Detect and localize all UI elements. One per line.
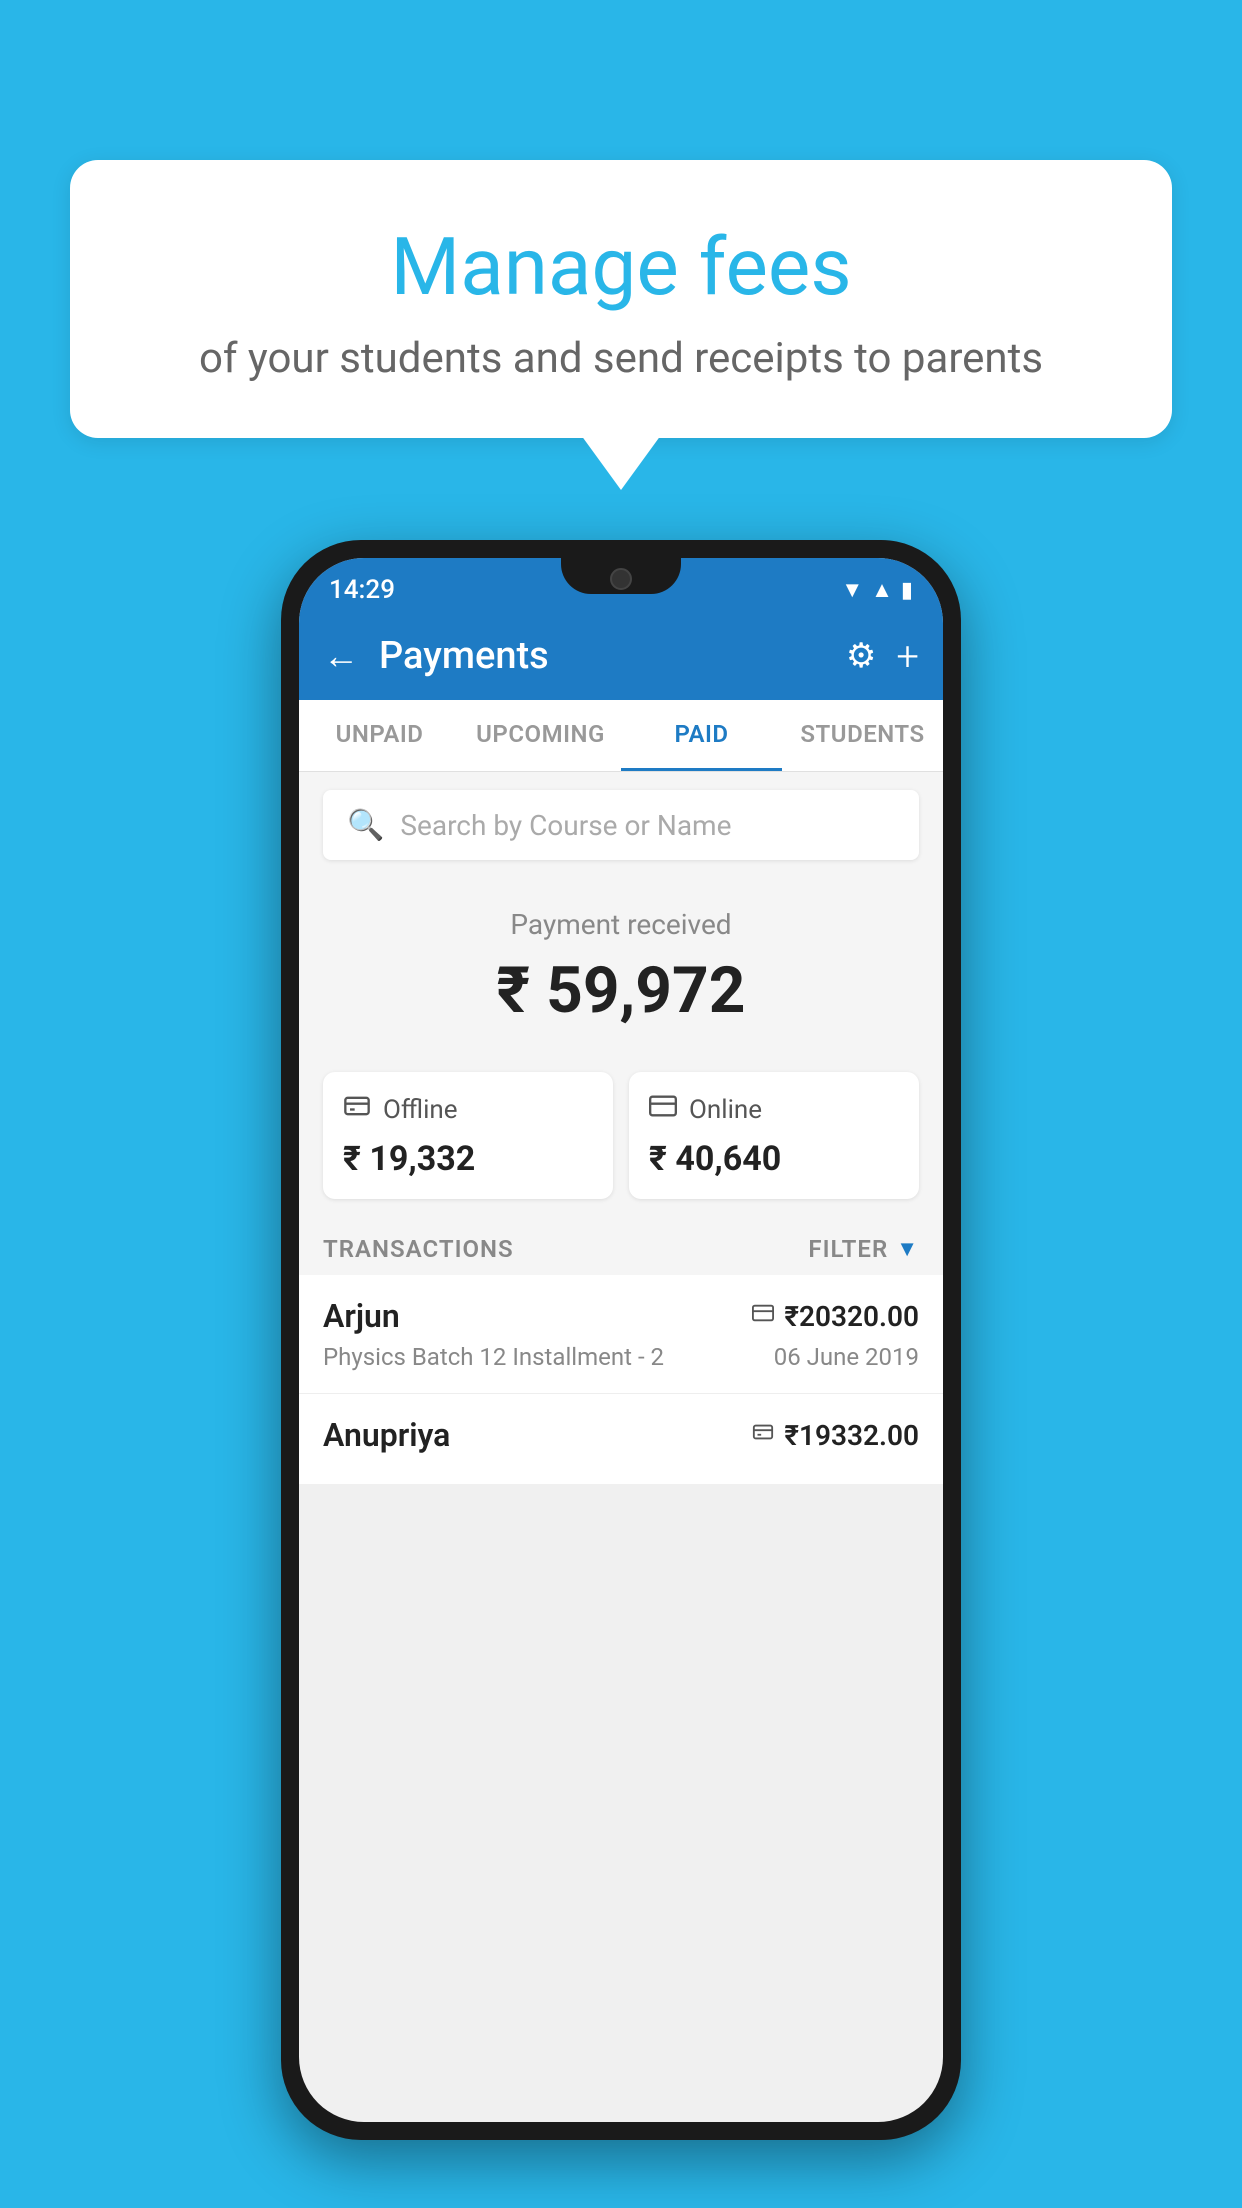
tab-unpaid[interactable]: UNPAID	[299, 700, 460, 771]
offline-card-header: Offline	[343, 1092, 593, 1127]
signal-icon: ▲	[871, 577, 893, 603]
phone-screen: 14:29 ▼ ▲ ▮ ← Payments ⚙ + UNPAID	[299, 558, 943, 2122]
online-card-header: Online	[649, 1092, 899, 1127]
offline-card: Offline ₹ 19,332	[323, 1072, 613, 1199]
offline-label: Offline	[383, 1095, 458, 1125]
payment-type-icon	[752, 1421, 774, 1449]
online-label: Online	[689, 1095, 762, 1125]
bubble-subtitle: of your students and send receipts to pa…	[130, 334, 1112, 383]
table-row[interactable]: Anupriya ₹19332.00	[299, 1394, 943, 1484]
cards-row: Offline ₹ 19,332 Online ₹ 4	[299, 1072, 943, 1219]
speech-bubble: Manage fees of your students and send re…	[70, 160, 1172, 438]
wifi-icon: ▼	[841, 577, 863, 603]
phone-notch	[561, 558, 681, 594]
transaction-name: Anupriya	[323, 1416, 450, 1454]
table-row[interactable]: Arjun ₹20320.00 Physics	[299, 1275, 943, 1394]
transaction-list: Arjun ₹20320.00 Physics	[299, 1275, 943, 1484]
transaction-date: 06 June 2019	[774, 1343, 919, 1371]
payment-section: Payment received ₹ 59,972	[299, 878, 943, 1072]
back-button[interactable]: ←	[323, 635, 359, 677]
page-title: Payments	[379, 634, 826, 678]
transactions-label: TRANSACTIONS	[323, 1235, 514, 1263]
transaction-name: Arjun	[323, 1297, 400, 1335]
status-icons: ▼ ▲ ▮	[841, 577, 913, 603]
add-button[interactable]: +	[896, 633, 919, 680]
transaction-course: Physics Batch 12 Installment - 2	[323, 1343, 664, 1371]
app-header: ← Payments ⚙ +	[299, 612, 943, 700]
tab-upcoming[interactable]: UPCOMING	[460, 700, 621, 771]
filter-icon: ▼	[896, 1236, 919, 1262]
filter-button[interactable]: FILTER ▼	[808, 1235, 919, 1263]
battery-icon: ▮	[901, 578, 913, 603]
phone-device: 14:29 ▼ ▲ ▮ ← Payments ⚙ + UNPAID	[281, 540, 961, 2140]
online-amount: ₹ 40,640	[649, 1139, 899, 1179]
filter-label: FILTER	[808, 1235, 888, 1263]
offline-amount: ₹ 19,332	[343, 1139, 593, 1179]
transaction-amount-wrapper: ₹19332.00	[752, 1419, 919, 1452]
tabs-bar: UNPAID UPCOMING PAID STUDENTS	[299, 700, 943, 772]
tab-paid[interactable]: PAID	[621, 700, 782, 771]
search-input[interactable]: Search by Course or Name	[400, 809, 731, 842]
bubble-title: Manage fees	[130, 220, 1112, 314]
search-container: 🔍 Search by Course or Name	[299, 772, 943, 878]
status-time: 14:29	[329, 575, 395, 605]
online-icon	[649, 1092, 677, 1127]
phone-camera	[610, 568, 632, 590]
online-card: Online ₹ 40,640	[629, 1072, 919, 1199]
search-icon: 🔍	[347, 808, 384, 843]
search-box[interactable]: 🔍 Search by Course or Name	[323, 790, 919, 860]
settings-icon[interactable]: ⚙	[846, 636, 876, 676]
transaction-amount: ₹19332.00	[784, 1419, 919, 1452]
payment-amount: ₹ 59,972	[323, 953, 919, 1028]
transaction-amount: ₹20320.00	[784, 1300, 919, 1333]
transaction-amount-wrapper: ₹20320.00	[752, 1300, 919, 1333]
transactions-header: TRANSACTIONS FILTER ▼	[299, 1219, 943, 1275]
offline-icon	[343, 1092, 371, 1127]
tab-students[interactable]: STUDENTS	[782, 700, 943, 771]
payment-label: Payment received	[323, 908, 919, 941]
payment-type-icon	[752, 1302, 774, 1330]
phone-outer: 14:29 ▼ ▲ ▮ ← Payments ⚙ + UNPAID	[281, 540, 961, 2140]
